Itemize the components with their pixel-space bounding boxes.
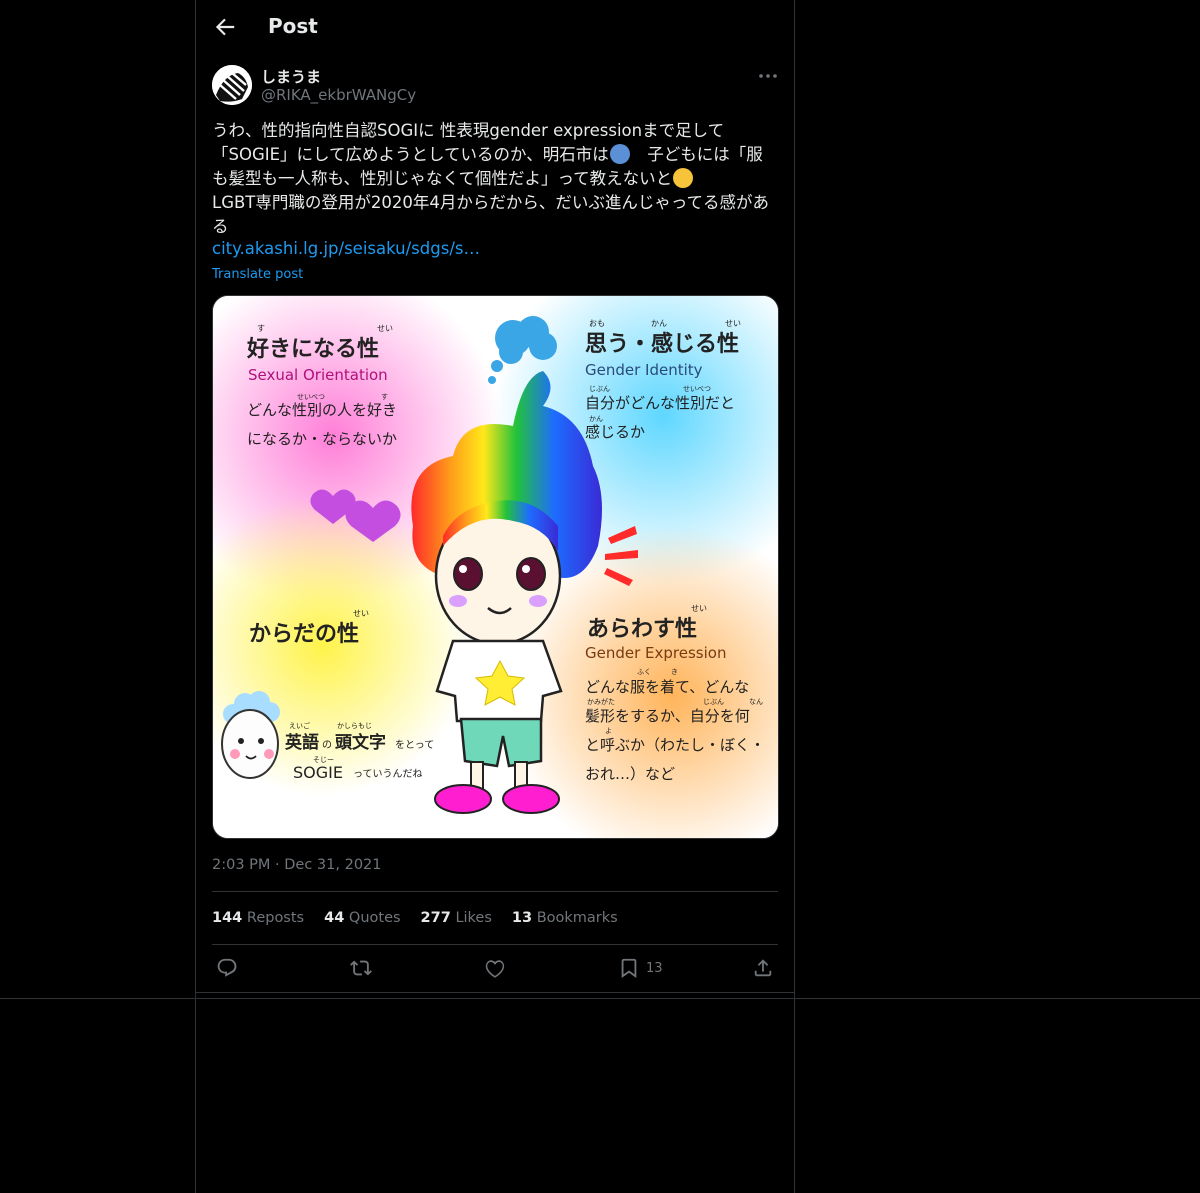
tweet-line: LGBT専門職の登用が2020年4月からだから、だいぶ進んじゃってる感があ [212, 193, 770, 212]
q1-en: Sexual Orientation [248, 366, 388, 384]
ruby: き [671, 668, 678, 676]
ruby: おも [589, 319, 605, 328]
translate-post-link[interactable]: Translate post [212, 267, 303, 282]
q2-line1: 自分がどんな性別だと [585, 394, 735, 412]
egg-line2: SOGIE [293, 763, 343, 782]
post-column: Post しまうま @RIKA_ekbrWANgCy うわ、性的指向性自認SOG… [195, 0, 795, 1193]
tweet-link[interactable]: city.akashi.lg.jp/seisaku/sdgs/s… [212, 239, 480, 258]
post-stats: 144 Reposts 44 Quotes 277 Likes 13 Bookm… [212, 910, 618, 926]
ruby: よ [605, 727, 612, 735]
woozy-face-emoji-icon [673, 168, 694, 188]
q4-line1: どんな服を着て、どんな [585, 678, 749, 696]
reply-icon[interactable] [216, 956, 238, 980]
q2-en: Gender Identity [585, 361, 703, 379]
ruby: じぶん [589, 385, 610, 393]
ruby: かしらもじ [337, 722, 372, 730]
avatar[interactable] [212, 65, 252, 105]
egg-line1: 頭文字 [335, 732, 386, 753]
ruby: かん [589, 415, 603, 423]
ruby: せい [353, 609, 369, 618]
tweet-image[interactable]: す せい 好きになる性 Sexual Orientation せいべつ す どん… [212, 295, 779, 839]
tweet-line: 子どもには「服 [630, 145, 763, 164]
divider [212, 944, 778, 945]
q2-title: 思う・感じる性 [585, 331, 739, 357]
quotes-stat[interactable]: 44 Quotes [324, 910, 400, 926]
post-timestamp[interactable]: 2:03 PM · Dec 31, 2021 [212, 857, 382, 873]
egg-line2: っていうんだね [353, 768, 423, 780]
ruby: せいべつ [297, 393, 325, 401]
ruby: ふく [637, 668, 651, 676]
ruby: せい [377, 324, 393, 333]
ruby: せいべつ [683, 385, 711, 393]
page-divider [0, 998, 1200, 999]
q3-title: からだの性 [249, 622, 359, 647]
author-name[interactable]: しまうま [261, 66, 321, 87]
ruby: なん [749, 698, 763, 706]
egg-line1: 英語 [285, 732, 319, 753]
like-icon[interactable] [484, 956, 506, 980]
tweet-line: うわ、性的指向性自認SOGIに 性表現gender expressionまで足し… [212, 121, 725, 140]
q2-line2: 感じるか [585, 423, 645, 441]
bookmark-icon[interactable]: 13 [618, 956, 663, 980]
q4-line3: と呼ぶか（わたし・ぼく・ [585, 736, 765, 754]
ruby: えいご [289, 721, 310, 730]
ruby: す [257, 324, 265, 333]
tweet-line: る [212, 217, 229, 236]
likes-stat[interactable]: 277 Likes [421, 910, 492, 926]
egg-line1: の [322, 740, 332, 751]
reposts-stat[interactable]: 144 Reposts [212, 910, 304, 926]
ruby: かん [651, 319, 667, 328]
ruby: せい [725, 319, 741, 328]
ruby: かみがた [587, 697, 615, 706]
author-handle[interactable]: @RIKA_ekbrWANgCy [261, 86, 416, 104]
ruby: じぶん [703, 698, 724, 706]
divider [196, 992, 794, 993]
q1-title: 好きになる性 [246, 336, 379, 362]
share-icon[interactable] [752, 956, 774, 980]
back-arrow-icon[interactable] [212, 14, 238, 40]
bookmarks-stat[interactable]: 13 Bookmarks [512, 910, 618, 926]
q1-line2: になるか・ならないか [247, 430, 397, 448]
tweet-line: も髪型も一人称も、性別じゃなくて個性だよ」って教えないと [212, 169, 673, 188]
tweet-text: うわ、性的指向性自認SOGIに 性表現gender expressionまで足し… [212, 119, 778, 239]
egg-line1: をとって [395, 739, 434, 751]
q1-line1: どんな性別の人を好き [247, 401, 397, 419]
post-header: Post [196, 0, 794, 53]
page-title: Post [268, 14, 318, 38]
q4-line2: 髪形をするか、自分を何 [585, 707, 750, 725]
tweet-line: 「SOGIE」にして広めようとしているのか、明石市は [212, 145, 609, 164]
ruby: せい [691, 604, 707, 613]
ruby: す [381, 393, 388, 401]
q4-line4: おれ…）など [585, 765, 675, 783]
more-icon[interactable] [756, 64, 780, 88]
q4-en: Gender Expression [585, 644, 726, 662]
bookmark-count: 13 [646, 960, 663, 976]
divider [212, 891, 778, 892]
ambulance-emoji-icon [609, 144, 630, 164]
repost-icon[interactable] [350, 956, 372, 980]
q4-title: あらわす性 [587, 617, 697, 642]
